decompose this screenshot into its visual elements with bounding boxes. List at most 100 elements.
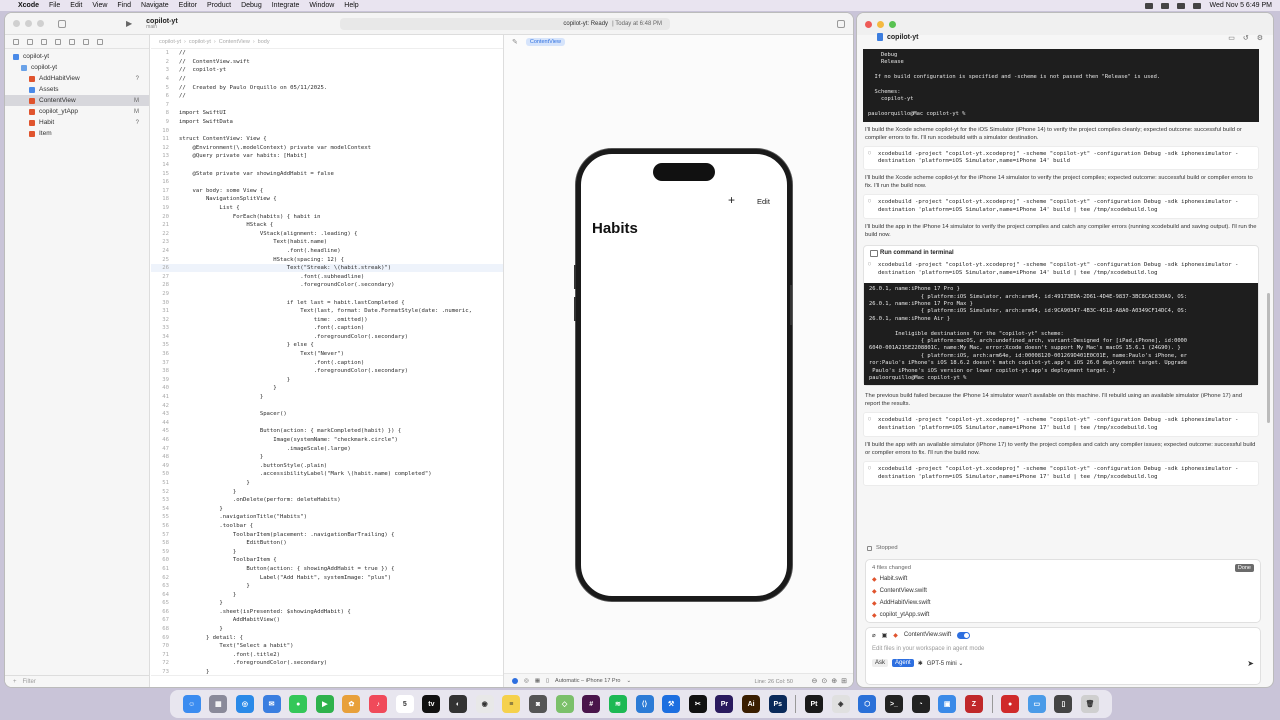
attach-file-toggle[interactable] xyxy=(957,631,971,639)
mail-icon[interactable]: ✉ xyxy=(262,695,281,713)
run-command-title[interactable]: Run command in terminal xyxy=(864,246,1258,258)
history-icon[interactable]: ↺ xyxy=(1243,34,1249,42)
photoshop-icon[interactable]: Ps xyxy=(768,695,787,713)
zoom-button[interactable] xyxy=(889,20,896,28)
chat-transcript[interactable]: Debug Release If no build configuration … xyxy=(863,49,1259,549)
navigator-item[interactable]: Habit? xyxy=(5,117,149,128)
messages-icon[interactable]: ● xyxy=(289,695,308,713)
zoom-out-icon[interactable]: ⊖ xyxy=(812,677,818,685)
simulator-icon[interactable]: ▣ xyxy=(938,695,957,713)
folder-icon[interactable]: ▭ xyxy=(1027,695,1046,713)
zoom-fit-icon[interactable]: ⊙ xyxy=(821,677,827,685)
chat-icon[interactable]: ▭ xyxy=(1228,34,1235,42)
menu-debug[interactable]: Debug xyxy=(241,2,262,9)
ask-mode-button[interactable]: Ask xyxy=(872,659,889,667)
settings-icon[interactable]: ⚙ xyxy=(1257,34,1263,42)
navigator-item[interactable]: copilot-yt xyxy=(5,51,149,62)
source-control-icon[interactable] xyxy=(27,38,33,45)
scrollbar[interactable] xyxy=(1267,293,1270,423)
selectable-icon[interactable]: ◎ xyxy=(524,678,529,684)
changed-file[interactable]: ◆ AddHabitView.swift xyxy=(872,597,1254,609)
minimize-button[interactable] xyxy=(25,20,32,27)
pin-icon[interactable]: ✎ xyxy=(512,38,518,46)
debug-icon[interactable] xyxy=(97,38,103,45)
chrome-icon[interactable]: ◉ xyxy=(475,695,494,713)
screen-icon[interactable]: ◙ xyxy=(528,695,547,713)
changed-file[interactable]: ◆ copilot_ytApp.swift xyxy=(872,609,1254,621)
sidebar-toggle-icon[interactable] xyxy=(58,19,66,28)
menu-integrate[interactable]: Integrate xyxy=(272,2,300,9)
run-icon[interactable]: ▶ xyxy=(126,19,132,28)
code-area[interactable]: 1 // 2 // ContentView.swift 3 // copilot-yt 4 /… xyxy=(151,49,503,675)
media-icon[interactable]: ● xyxy=(1001,695,1020,713)
zoom-in-icon[interactable]: ⊕ xyxy=(831,677,837,685)
phone-mirror-icon[interactable]: ▯ xyxy=(1054,695,1073,713)
live-preview-icon[interactable] xyxy=(512,677,518,684)
filezilla-icon[interactable]: Z xyxy=(964,695,983,713)
zoom-button[interactable] xyxy=(37,20,44,27)
jumpbar-item[interactable]: body xyxy=(258,39,270,45)
notes-icon[interactable]: ≡ xyxy=(502,695,521,713)
menubar-clock[interactable]: Wed Nov 5 6:49 PM xyxy=(1209,2,1272,9)
navigator-item[interactable]: Assets xyxy=(5,84,149,95)
menu-window[interactable]: Window xyxy=(309,2,334,9)
maps-icon[interactable]: ◇ xyxy=(555,695,574,713)
search-icon[interactable] xyxy=(55,38,61,45)
run-command-text[interactable]: xcodebuild -project "copilot-yt.xcodepro… xyxy=(864,258,1258,282)
safari-icon[interactable]: ◎ xyxy=(235,695,254,713)
preview-tab[interactable]: ContentView xyxy=(525,38,565,46)
menu-navigate[interactable]: Navigate xyxy=(141,2,169,9)
variants-icon[interactable]: ▦ xyxy=(535,678,540,684)
finder-icon[interactable]: ☺ xyxy=(182,695,201,713)
navigator-item[interactable]: ContentView M xyxy=(5,95,149,106)
spotify-icon[interactable]: ≋ xyxy=(608,695,627,713)
facetime-icon[interactable]: ▶ xyxy=(315,695,334,713)
chatgpt-icon[interactable]: ◐ xyxy=(449,695,468,713)
agent-mode-button[interactable]: Agent xyxy=(892,659,914,667)
vscode-icon[interactable]: ⟨⟩ xyxy=(635,695,654,713)
slack-icon[interactable]: # xyxy=(582,695,601,713)
wifi-icon[interactable] xyxy=(1161,2,1170,9)
trash-icon[interactable]: 🗑 xyxy=(1081,695,1100,713)
device-selector[interactable]: Automatic – iPhone 17 Pro xyxy=(555,678,620,684)
jumpbar-item[interactable]: copilot-yt xyxy=(159,39,181,45)
command-block[interactable]: xcodebuild -project "copilot-yt.xcodepro… xyxy=(863,194,1259,220)
command-block[interactable]: xcodebuild -project "copilot-yt.xcodepro… xyxy=(863,461,1259,486)
prompt-input[interactable]: Edit files in your workspace in agent mo… xyxy=(866,642,1260,656)
done-button[interactable]: Done xyxy=(1234,564,1254,572)
menu-find[interactable]: Find xyxy=(117,2,131,9)
pt-icon[interactable]: Pt xyxy=(805,695,824,713)
menu-product[interactable]: Product xyxy=(207,2,231,9)
appletv-icon[interactable]: tv xyxy=(422,695,441,713)
navigator-filter[interactable]: + Filter xyxy=(5,675,149,687)
edit-button[interactable]: Edit xyxy=(757,197,770,206)
jumpbar-item[interactable]: ContentView xyxy=(219,39,250,45)
attached-file[interactable]: ContentView.swift xyxy=(904,632,951,638)
menu-file[interactable]: File xyxy=(49,2,60,9)
add-icon[interactable]: + xyxy=(13,679,17,685)
capcut-icon[interactable]: ✂ xyxy=(688,695,707,713)
calendar-icon[interactable]: 5 xyxy=(395,695,414,713)
navigator-item[interactable]: AddHabitView? xyxy=(5,73,149,84)
control-center-icon[interactable] xyxy=(1193,2,1202,9)
illustrator-icon[interactable]: Ai xyxy=(742,695,761,713)
github-icon[interactable]: ◔ xyxy=(911,695,930,713)
send-icon[interactable]: ➤ xyxy=(1247,659,1254,668)
close-button[interactable] xyxy=(865,20,872,28)
zoom-actual-icon[interactable]: ⊞ xyxy=(841,677,847,685)
navigator-item[interactable]: copilot-yt xyxy=(5,62,149,73)
issue-icon[interactable] xyxy=(69,38,75,45)
menu-edit[interactable]: Edit xyxy=(70,2,82,9)
status-icon[interactable] xyxy=(1145,2,1154,9)
premiere-icon[interactable]: Pr xyxy=(715,695,734,713)
device-icon[interactable]: ▯ xyxy=(546,678,549,684)
xcode-icon[interactable]: ⚒ xyxy=(662,695,681,713)
attach-icon[interactable]: ⌀ xyxy=(872,632,876,639)
terminal-icon[interactable]: >_ xyxy=(884,695,903,713)
photos-icon[interactable]: ✿ xyxy=(342,695,361,713)
menu-editor[interactable]: Editor xyxy=(179,2,197,9)
launchpad-icon[interactable]: ▦ xyxy=(209,695,228,713)
sequel-icon[interactable]: ◈ xyxy=(831,695,850,713)
command-block[interactable]: xcodebuild -project "copilot-yt.xcodepro… xyxy=(863,412,1259,438)
battery-icon[interactable] xyxy=(1177,2,1186,9)
